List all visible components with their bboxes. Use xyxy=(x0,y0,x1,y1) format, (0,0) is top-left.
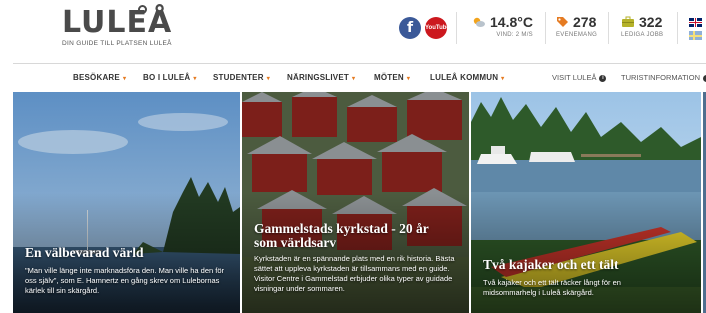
feature-card[interactable]: Gammelstads kyrkstad - 20 år som världsa… xyxy=(242,92,469,313)
nav-item-studenter[interactable]: STUDENTER ▾ xyxy=(213,73,270,82)
card-title: En välbevarad värld xyxy=(25,245,144,260)
card-description: Två kajaker och ett tält räcker långt fö… xyxy=(483,278,621,297)
card-description: "Man ville länge inte marknadsföra den. … xyxy=(25,266,225,295)
header-divider xyxy=(545,12,546,44)
card-title: Två kajaker och ett tält xyxy=(483,257,619,272)
briefcase-icon xyxy=(622,16,634,27)
chevron-down-icon: ▾ xyxy=(122,76,127,82)
nav-item-lulea-kommun[interactable]: LULEÅ KOMMUN ▾ xyxy=(430,73,504,82)
weather-widget[interactable]: 14.8°C VIND: 2 M/S xyxy=(472,14,533,46)
logo-tagline: DIN GUIDE TILL PLATSEN LULEÅ xyxy=(62,40,172,47)
sweden-flag-icon[interactable] xyxy=(689,31,702,40)
events-label: EVENEMANG xyxy=(556,32,598,38)
chevron-down-icon: ▾ xyxy=(193,76,197,82)
chevron-down-icon: ▾ xyxy=(406,76,411,82)
jobs-label: LEDIGA JOBB xyxy=(621,32,664,38)
uk-flag-icon[interactable] xyxy=(689,18,702,27)
chevron-down-icon: ▾ xyxy=(266,76,270,82)
chevron-down-icon: ▾ xyxy=(501,76,505,82)
nav-item-moten[interactable]: MÖTEN ▾ xyxy=(374,73,410,82)
facebook-icon[interactable]: f xyxy=(399,17,421,39)
card-gradient xyxy=(242,193,469,313)
sun-cloud-icon xyxy=(473,17,485,27)
events-count: 278 xyxy=(573,14,597,30)
featured-cards: En välbevarad värld "Man ville länge int… xyxy=(0,92,706,313)
nav-item-bo-i-lulea[interactable]: BO I LULEÅ ▾ xyxy=(143,73,197,82)
language-switcher xyxy=(689,18,703,44)
header-divider xyxy=(456,12,457,44)
nav-item-naringslivet[interactable]: NÄRINGSLIVET ▾ xyxy=(287,73,355,82)
feature-card[interactable]: En välbevarad värld "Man ville länge int… xyxy=(13,92,240,313)
header-divider xyxy=(608,12,609,44)
events-widget[interactable]: 278 EVENEMANG xyxy=(556,14,597,46)
info-icon: i xyxy=(599,75,607,82)
weather-wind: VIND: 2 M/S xyxy=(496,32,533,38)
logo-wordmark: LULEÅ xyxy=(62,5,173,40)
card-description: Kyrkstaden är en spännande plats med en … xyxy=(254,254,455,293)
card-title: Gammelstads kyrkstad - 20 år som världsa… xyxy=(254,221,429,250)
chevron-down-icon: ▾ xyxy=(351,76,356,82)
main-navigation: BESÖKARE ▾ BO I LULEÅ ▾ STUDENTER ▾ NÄRINGS… xyxy=(0,64,706,92)
jobs-count: 322 xyxy=(639,14,663,30)
site-header: LULEÅ DIN GUIDE TILL PLATSEN LULEÅ f You… xyxy=(0,0,706,62)
tourist-info-link[interactable]: TURISTINFORMATIONi xyxy=(621,73,706,82)
visit-lulea-link[interactable]: VISIT LULEÅ i xyxy=(552,73,607,82)
feature-card[interactable]: Två kajaker och ett tält Två kajaker och… xyxy=(471,92,701,313)
nav-item-besokare[interactable]: BESÖKARE ▾ xyxy=(73,73,126,82)
jobs-widget[interactable]: 322 LEDIGA JOBB xyxy=(621,14,663,46)
weather-temperature: 14.8°C xyxy=(490,14,533,30)
header-divider xyxy=(677,12,678,44)
tag-icon xyxy=(557,16,568,27)
logo-ring-mark xyxy=(138,5,147,14)
youtube-icon[interactable]: YouTube xyxy=(425,17,450,39)
site-logo[interactable]: LULEÅ DIN GUIDE TILL PLATSEN LULEÅ xyxy=(62,5,173,52)
